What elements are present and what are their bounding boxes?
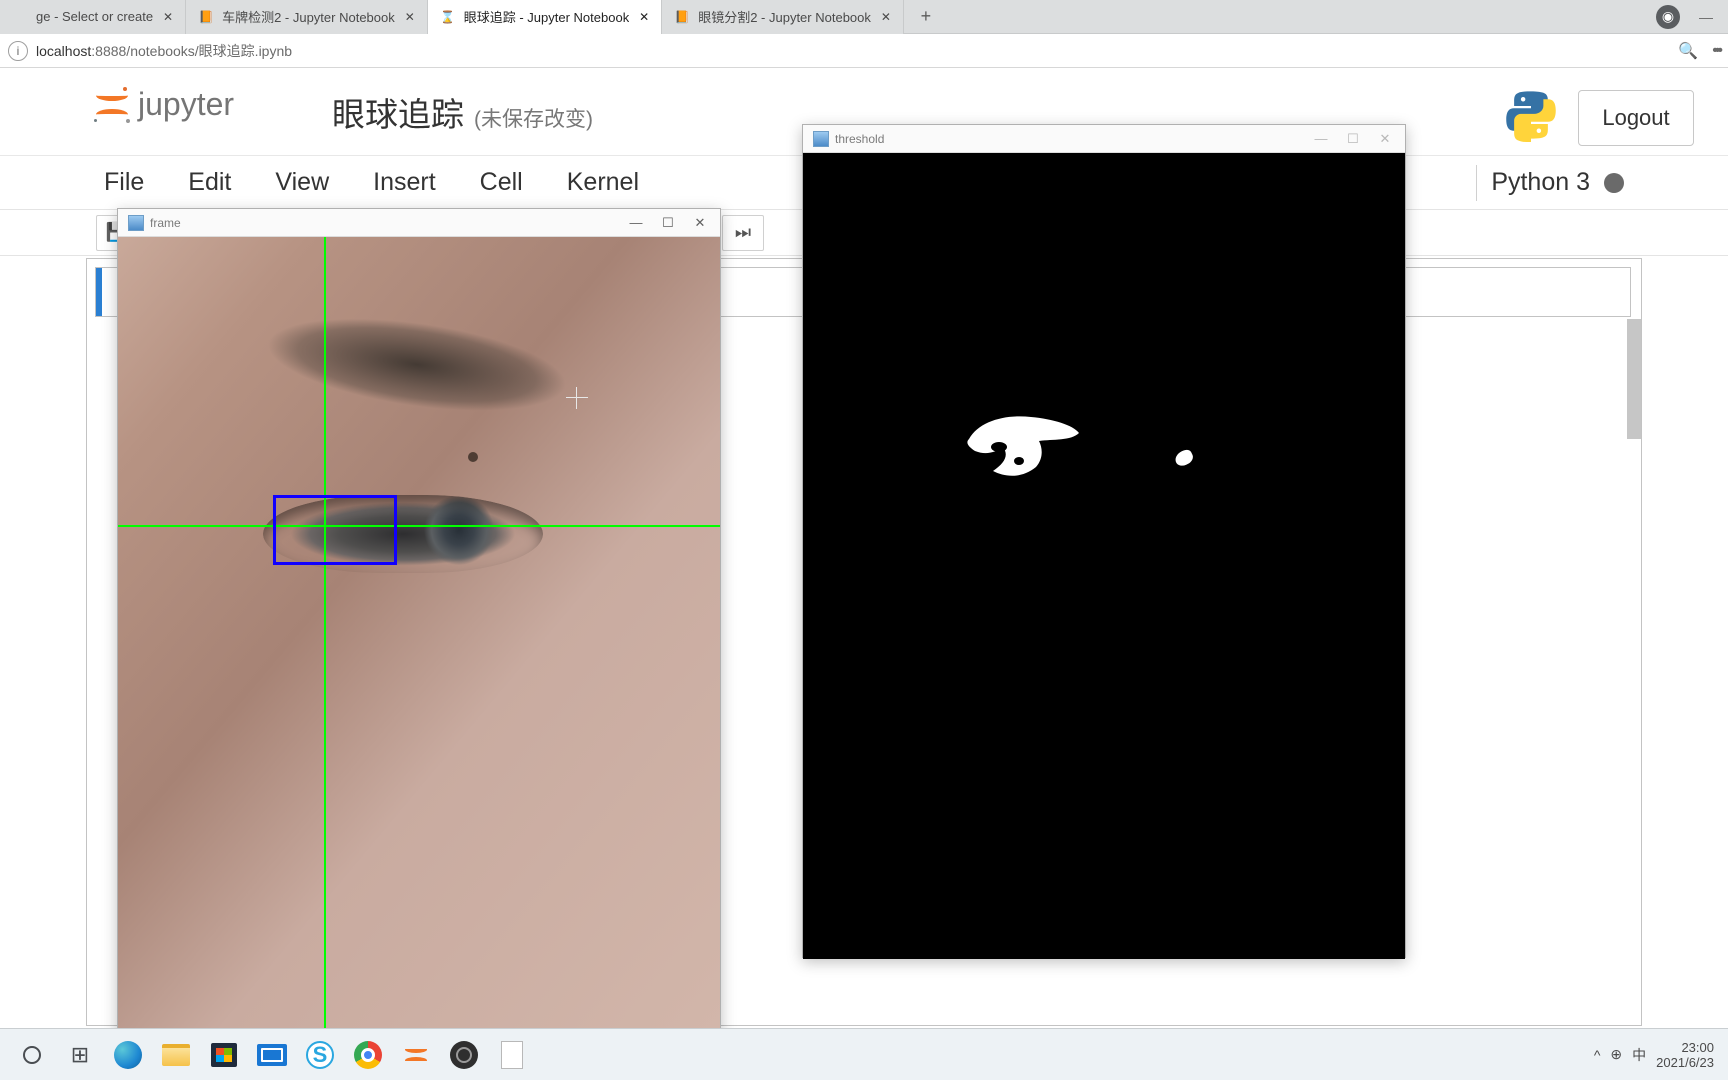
window-controls-group: ◉ — [1656,5,1728,29]
taskbar-clock[interactable]: 23:00 2021/6/23 [1656,1040,1720,1070]
jupyter-busy-icon: ⌛ [440,9,456,25]
cv-window-titlebar[interactable]: frame — ☐ ✕ [118,209,720,237]
kernel-busy-indicator-icon [1604,173,1624,193]
tab-title: 眼球追踪 - Jupyter Notebook [464,7,629,26]
cv-window-titlebar[interactable]: threshold — ☐ ✕ [803,125,1405,153]
system-tray: ^ ⊕ 中 23:00 2021/6/23 [1594,1040,1720,1070]
url-text[interactable]: localhost:8888/notebooks/眼球追踪.ipynb [36,41,1678,61]
zoom-icon[interactable]: 🔍 [1678,41,1698,61]
app-icon [128,215,144,231]
url-host: localhost [36,43,91,59]
frame-image-content [118,237,720,1043]
kernel-status[interactable]: Python 3 [1476,165,1624,201]
tab-title: 眼镜分割2 - Jupyter Notebook [698,7,871,26]
jupyter-favicon-icon: 📙 [198,9,214,25]
menu-insert[interactable]: Insert [373,168,436,197]
threshold-blob-small [1173,448,1195,468]
window-minimize-icon[interactable]: — [1305,131,1337,146]
mail-icon[interactable] [248,1031,296,1079]
ime-language-icon[interactable]: 中 [1632,1045,1646,1065]
menu-file[interactable]: File [104,168,144,197]
kernel-name: Python 3 [1491,168,1590,197]
cell-select-bar [96,268,102,316]
tab-close-icon[interactable]: ✕ [161,10,175,24]
threshold-blob-main [961,411,1086,481]
site-info-icon[interactable]: i [8,41,28,61]
start-button[interactable] [8,1031,56,1079]
browser-tab-3[interactable]: 📙 眼镜分割2 - Jupyter Notebook ✕ [662,0,904,34]
browser-address-bar: i localhost:8888/notebooks/眼球追踪.ipynb 🔍 … [0,34,1728,68]
address-bar-actions: 🔍 ••• [1678,41,1720,61]
browser-tab-strip: ge - Select or create ✕ 📙 车牌检测2 - Jupyte… [0,0,1728,34]
python-logo-icon [1504,88,1558,142]
eye-photo [118,237,720,1043]
windows-taskbar: ⊞ S ^ ⊕ 中 [0,1028,1728,1080]
cv-window-frame[interactable]: frame — ☐ ✕ [117,208,721,1042]
jupyter-brand: jupyter [138,86,234,123]
profile-icon[interactable]: ◉ [1656,5,1680,29]
tray-overflow-icon[interactable]: ^ [1594,1047,1601,1063]
jupyter-logo-icon [94,87,130,123]
crosshair-horizontal [118,525,720,527]
window-title: threshold [835,132,884,146]
window-maximize-icon[interactable]: ☐ [652,215,684,231]
window-close-icon[interactable]: ✕ [684,215,716,231]
clock-date: 2021/6/23 [1656,1055,1714,1070]
cursor-crosshair-icon [566,387,588,409]
threshold-image-content [803,153,1405,959]
clock-time: 23:00 [1656,1040,1714,1055]
menu-view[interactable]: View [275,168,329,197]
tab-close-icon[interactable]: ✕ [879,10,893,24]
obs-icon[interactable] [440,1031,488,1079]
edge-icon[interactable] [104,1031,152,1079]
window-minimize-icon[interactable]: — [1694,5,1718,29]
menu-cell[interactable]: Cell [480,168,523,197]
browser-tab-2[interactable]: ⌛ 眼球追踪 - Jupyter Notebook ✕ [428,0,662,34]
jupyter-taskbar-icon[interactable] [392,1031,440,1079]
browser-tab-1[interactable]: 📙 车牌检测2 - Jupyter Notebook ✕ [186,0,428,34]
eyebrow-shape [202,281,594,443]
favicon-icon [12,9,28,25]
url-path: :8888/notebooks/眼球追踪.ipynb [91,43,292,59]
app-icon [813,131,829,147]
tab-close-icon[interactable]: ✕ [403,10,417,24]
menu-kernel[interactable]: Kernel [567,168,639,197]
window-maximize-icon[interactable]: ☐ [1337,131,1369,147]
window-minimize-icon[interactable]: — [620,215,652,230]
tab-close-icon[interactable]: ✕ [637,10,651,24]
detection-bbox [273,495,397,565]
crosshair-vertical [324,237,326,1043]
notebook-save-status: (未保存改变) [474,103,593,133]
mole-dot [468,452,478,462]
scrollbar-thumb[interactable] [1627,319,1641,439]
more-icon[interactable]: ••• [1712,42,1720,60]
task-view-icon[interactable]: ⊞ [56,1031,104,1079]
ms-store-icon[interactable] [200,1031,248,1079]
network-icon[interactable]: ⊕ [1610,1046,1622,1063]
file-explorer-icon[interactable] [152,1031,200,1079]
menu-edit[interactable]: Edit [188,168,231,197]
window-title: frame [150,216,181,230]
notebook-title[interactable]: 眼球追踪 [332,88,464,136]
sogou-icon[interactable]: S [296,1031,344,1079]
logout-button[interactable]: Logout [1578,90,1694,146]
new-tab-button[interactable]: + [914,5,938,29]
chrome-icon[interactable] [344,1031,392,1079]
notepad-icon[interactable] [488,1031,536,1079]
tab-title: 车牌检测2 - Jupyter Notebook [222,7,395,26]
restart-run-all-button[interactable]: ⏭ [722,215,764,251]
window-close-icon[interactable]: ✕ [1369,131,1401,147]
notebook-title-group: 眼球追踪 (未保存改变) [332,88,593,136]
browser-tab-0[interactable]: ge - Select or create ✕ [0,0,186,34]
cv-window-threshold[interactable]: threshold — ☐ ✕ [802,124,1406,958]
jupyter-favicon-icon: 📙 [674,9,690,25]
tab-title: ge - Select or create [36,9,153,24]
jupyter-logo[interactable]: jupyter [94,86,234,123]
